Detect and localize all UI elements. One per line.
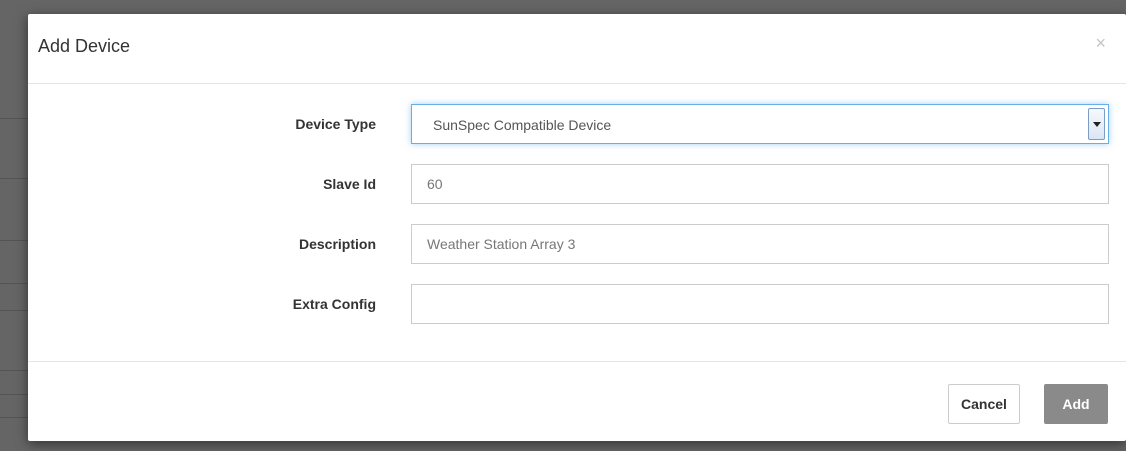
chevron-down-icon[interactable] xyxy=(1088,108,1105,140)
slave-id-row: Slave Id xyxy=(28,164,1126,204)
extra-config-input[interactable] xyxy=(411,284,1109,324)
add-button[interactable]: Add xyxy=(1044,384,1108,424)
device-type-row: Device Type SunSpec Compatible Device xyxy=(28,104,1126,144)
extra-config-label: Extra Config xyxy=(292,296,376,312)
extra-config-row: Extra Config xyxy=(28,284,1126,324)
add-device-dialog: Add Device × Device Type SunSpec Compati… xyxy=(28,14,1126,441)
cancel-button[interactable]: Cancel xyxy=(948,384,1020,424)
dialog-header: Add Device × xyxy=(28,14,1126,84)
device-type-selected-value: SunSpec Compatible Device xyxy=(433,117,612,133)
device-type-label: Device Type xyxy=(295,116,376,132)
dialog-body: Device Type SunSpec Compatible Device Sl… xyxy=(28,84,1126,362)
dialog-footer: Cancel Add xyxy=(28,361,1126,441)
slave-id-label: Slave Id xyxy=(323,176,376,192)
description-label: Description xyxy=(298,236,376,252)
device-type-select[interactable]: SunSpec Compatible Device xyxy=(411,104,1109,144)
description-input[interactable] xyxy=(411,224,1109,264)
slave-id-input[interactable] xyxy=(411,164,1109,204)
close-icon[interactable]: × xyxy=(1091,32,1110,54)
dialog-title: Add Device xyxy=(38,36,131,56)
description-row: Description xyxy=(28,224,1126,264)
